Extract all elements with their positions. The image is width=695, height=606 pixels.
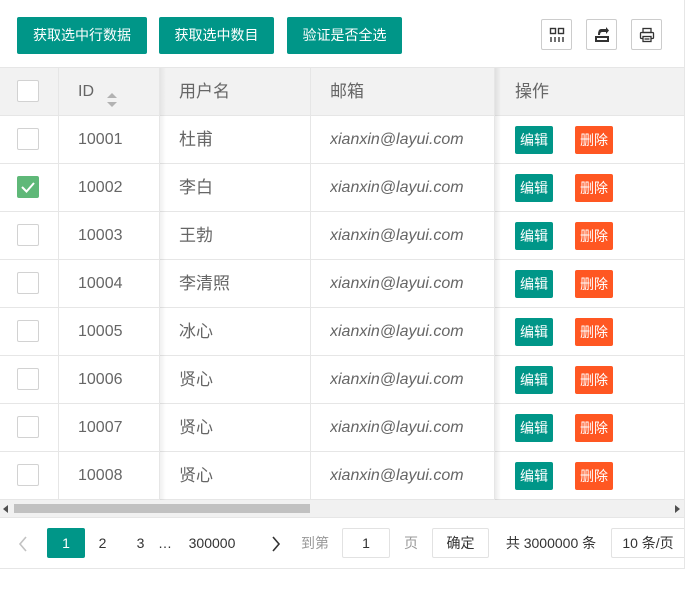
cell-username: 王勃 <box>179 226 213 245</box>
cell-id: 10002 <box>78 179 123 196</box>
check-icon <box>21 182 35 193</box>
table-row: 10001 杜甫 xianxin@layui.com 编辑 删除 <box>0 116 684 164</box>
row-checkbox[interactable] <box>17 128 39 150</box>
delete-button[interactable]: 删除 <box>575 222 613 250</box>
cell-email: xianxin@layui.com <box>330 371 464 388</box>
delete-button[interactable]: 删除 <box>575 318 613 346</box>
table-body: ID 用户名 邮箱 操作 10001 杜甫 xianxin@layui.com 编辑删… <box>0 68 684 500</box>
row-checkbox[interactable] <box>17 272 39 294</box>
page-ellipsis: … <box>158 535 172 551</box>
page-2[interactable]: 2 <box>90 528 115 558</box>
data-table: 获取选中行数据 获取选中数目 验证是否全选 ID 用户名 邮箱 操作 10001… <box>0 0 685 569</box>
edit-button[interactable]: 编辑 <box>515 270 553 298</box>
export-icon[interactable] <box>586 19 617 50</box>
cell-username: 李白 <box>179 178 213 197</box>
edit-button[interactable]: 编辑 <box>515 414 553 442</box>
delete-button[interactable]: 删除 <box>575 414 613 442</box>
horizontal-scrollbar[interactable] <box>0 500 684 517</box>
edit-button[interactable]: 编辑 <box>515 462 553 490</box>
cell-id: 10007 <box>78 419 123 436</box>
table-row: 10003 王勃 xianxin@layui.com 编辑 删除 <box>0 212 684 260</box>
cell-id: 10003 <box>78 227 123 244</box>
cell-id: 10008 <box>78 467 123 484</box>
table-row: 10004 李清照 xianxin@layui.com 编辑 删除 <box>0 260 684 308</box>
cell-email: xianxin@layui.com <box>330 179 464 196</box>
prev-page-icon[interactable] <box>13 528 33 558</box>
goto-page-input[interactable]: 1 <box>342 528 390 558</box>
table-row: 10007 贤心 xianxin@layui.com 编辑 删除 <box>0 404 684 452</box>
cell-id: 10004 <box>78 275 123 292</box>
cell-email: xianxin@layui.com <box>330 227 464 244</box>
cell-id: 10001 <box>78 131 123 148</box>
sort-icon[interactable] <box>106 82 118 107</box>
cell-email: xianxin@layui.com <box>330 467 464 484</box>
table-row: 10002 李白 xianxin@layui.com 编辑 删除 <box>0 164 684 212</box>
row-checkbox[interactable] <box>17 176 39 198</box>
cell-email: xianxin@layui.com <box>330 275 464 292</box>
goto-confirm-button[interactable]: 确定 <box>432 528 489 558</box>
table-toolbar: 获取选中行数据 获取选中数目 验证是否全选 <box>0 0 684 68</box>
header-id-label: ID <box>78 83 94 100</box>
scrollbar-thumb[interactable] <box>14 504 310 513</box>
scroll-left-icon[interactable] <box>3 505 9 513</box>
edit-button[interactable]: 编辑 <box>515 366 553 394</box>
cell-username: 杜甫 <box>179 130 213 149</box>
edit-button[interactable]: 编辑 <box>515 318 553 346</box>
page-unit-label: 页 <box>404 535 418 551</box>
pagination: 1 2 3 … 300000 到第 1 页 确定 共 3000000 条 10 … <box>0 517 684 568</box>
get-selected-rows-button[interactable]: 获取选中行数据 <box>17 17 147 54</box>
next-page-icon[interactable] <box>266 528 286 558</box>
cell-username: 贤心 <box>179 466 213 485</box>
cell-email: xianxin@layui.com <box>330 131 464 148</box>
page-size-select[interactable]: 10 条/页 <box>611 528 684 558</box>
delete-button[interactable]: 删除 <box>575 270 613 298</box>
table-row: 10005 冰心 xianxin@layui.com 编辑 删除 <box>0 308 684 356</box>
table-row: 10008 贤心 xianxin@layui.com 编辑 删除 <box>0 452 684 500</box>
check-all-selected-button[interactable]: 验证是否全选 <box>287 17 402 54</box>
delete-button[interactable]: 删除 <box>575 366 613 394</box>
edit-button[interactable]: 编辑 <box>515 222 553 250</box>
cell-id: 10006 <box>78 371 123 388</box>
select-all-checkbox[interactable] <box>17 80 39 102</box>
row-checkbox[interactable] <box>17 416 39 438</box>
cell-username: 李清照 <box>179 274 230 293</box>
edit-button[interactable]: 编辑 <box>515 126 553 154</box>
goto-label: 到第 <box>301 535 329 551</box>
delete-button[interactable]: 删除 <box>575 174 613 202</box>
page-current[interactable]: 1 <box>47 528 85 558</box>
cell-email: xianxin@layui.com <box>330 419 464 436</box>
delete-button[interactable]: 删除 <box>575 462 613 490</box>
cell-username: 贤心 <box>179 418 213 437</box>
header-username: 用户名 <box>179 82 230 101</box>
row-checkbox[interactable] <box>17 224 39 246</box>
delete-button[interactable]: 删除 <box>575 126 613 154</box>
print-icon[interactable] <box>631 19 662 50</box>
header-email: 邮箱 <box>330 82 364 101</box>
page-3[interactable]: 3 <box>128 528 153 558</box>
get-selected-count-button[interactable]: 获取选中数目 <box>159 17 274 54</box>
table-header-row: ID 用户名 邮箱 操作 <box>0 68 684 116</box>
cell-email: xianxin@layui.com <box>330 323 464 340</box>
header-id[interactable]: ID <box>78 68 158 115</box>
total-count: 共 3000000 条 <box>505 535 597 551</box>
table-row: 10006 贤心 xianxin@layui.com 编辑 删除 <box>0 356 684 404</box>
scroll-right-icon[interactable] <box>675 505 681 513</box>
row-checkbox[interactable] <box>17 464 39 486</box>
page-last[interactable]: 300000 <box>183 528 241 558</box>
cell-username: 冰心 <box>179 322 213 341</box>
cols-icon[interactable] <box>541 19 572 50</box>
header-actions: 操作 <box>515 82 549 101</box>
cell-username: 贤心 <box>179 370 213 389</box>
row-checkbox[interactable] <box>17 320 39 342</box>
cell-id: 10005 <box>78 323 123 340</box>
edit-button[interactable]: 编辑 <box>515 174 553 202</box>
row-checkbox[interactable] <box>17 368 39 390</box>
